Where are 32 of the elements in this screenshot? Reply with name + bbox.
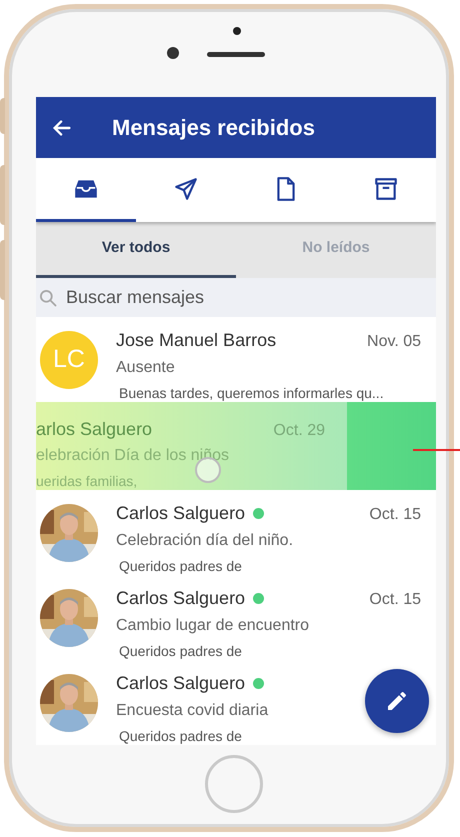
sender-name: Carlos Salguero — [116, 672, 246, 695]
avatar: LC — [40, 331, 98, 389]
message-subject: Encuesta covid diaria — [116, 701, 268, 721]
message-preview: ueridas familias, — [36, 472, 138, 491]
screen-title: Mensajes recibidos — [112, 114, 315, 142]
message-preview: Queridos padres de — [119, 642, 242, 661]
message-subject: Cambio lugar de encuentro — [116, 616, 310, 636]
archive-box-icon — [373, 176, 399, 202]
sender-name: arlos Salguero — [36, 418, 152, 441]
message-date: Oct. 15 — [369, 505, 421, 525]
message-preview: Buenas tardes, queremos informarles qu... — [119, 384, 384, 403]
message-row[interactable]: Carlos Salguero Oct. 15 Cambio lugar de encuentro Queridos padres de — [36, 575, 436, 660]
message-date: Oct. 29 — [273, 421, 325, 441]
sender-name: Carlos Salguero — [116, 502, 246, 525]
sender-name: Carlos Salguero — [116, 587, 246, 610]
sender-name: Jose Manuel Barros — [116, 329, 276, 352]
message-row[interactable]: Carlos Salguero Encuesta covid diaria Queridos padres de — [36, 660, 436, 745]
paper-plane-icon — [173, 176, 199, 202]
message-date: Nov. 05 — [367, 332, 421, 352]
message-subject: Ausente — [116, 358, 175, 378]
message-date: Oct. 15 — [369, 590, 421, 610]
message-row[interactable]: LC Jose Manuel Barros Nov. 05 Ausente Buenas tardes, queremos informarles qu... — [36, 317, 436, 402]
message-subject: Celebración día del niño. — [116, 531, 294, 551]
message-preview: Queridos padres de — [119, 557, 242, 576]
search-icon — [38, 288, 58, 308]
search-field[interactable]: Buscar mensajes — [36, 278, 436, 317]
leader-line — [413, 449, 460, 451]
speaker — [207, 52, 265, 57]
message-preview: Queridos padres de — [119, 727, 242, 745]
compose-button[interactable] — [365, 669, 429, 733]
pencil-icon — [385, 689, 409, 713]
message-row[interactable]: Carlos Salguero Oct. 15 Celebración día del niño. Queridos padres de — [36, 490, 436, 575]
